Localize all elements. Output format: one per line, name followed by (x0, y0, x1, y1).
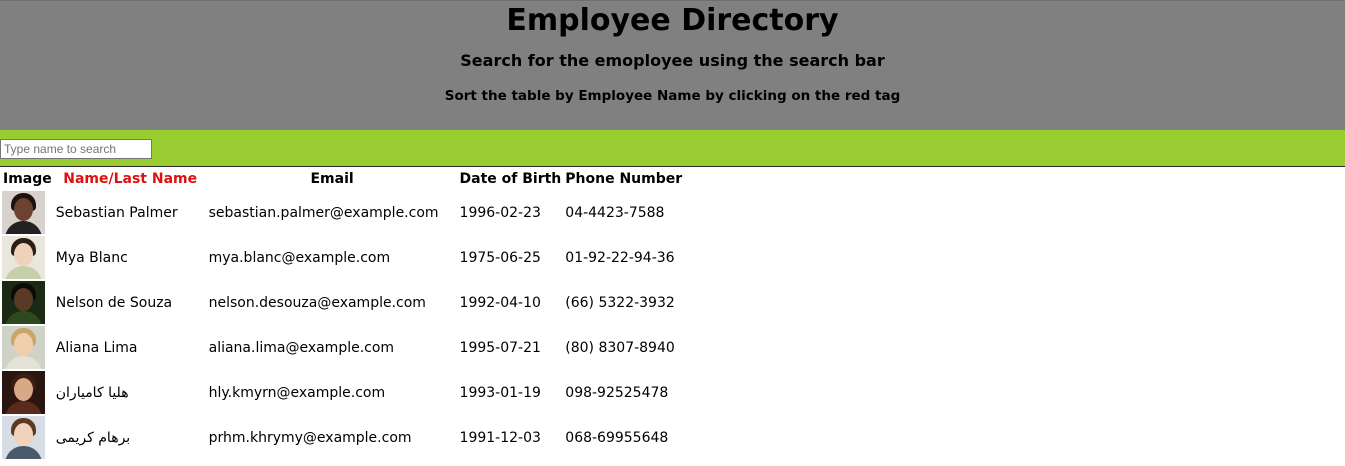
employee-email: nelson.desouza@example.com (208, 294, 426, 311)
avatar-cell (2, 326, 53, 369)
employee-phone: 098-92525478 (565, 384, 669, 401)
avatar (2, 371, 45, 414)
employee-name: Sebastian Palmer (55, 204, 178, 221)
employee-table: Image Name/Last Name Email Date of Birth… (0, 167, 685, 461)
avatar-face (14, 288, 33, 311)
avatar (2, 416, 45, 459)
table-row: Nelson de Souza nelson.desouza@example.c… (2, 281, 683, 324)
employee-phone: (80) 8307-8940 (565, 339, 675, 356)
avatar-cell (2, 236, 53, 279)
employee-email: hly.kmyrn@example.com (208, 384, 386, 401)
avatar-face (14, 243, 33, 266)
column-header-email: Email (310, 171, 354, 187)
employee-dob: 1992-04-10 (459, 294, 541, 311)
employee-dob: 1991-12-03 (459, 429, 541, 446)
employee-email: sebastian.palmer@example.com (208, 204, 439, 221)
table-row: هلیا کامیاران hly.kmyrn@example.com 1993… (2, 371, 683, 414)
avatar-face (14, 198, 33, 221)
employee-email: mya.blanc@example.com (208, 249, 391, 266)
column-header-phone: Phone Number (565, 171, 683, 187)
employee-name: برهام کریمی (55, 429, 131, 446)
avatar (2, 281, 45, 324)
avatar-cell (2, 416, 53, 459)
avatar-cell (2, 371, 53, 414)
column-header-name-sort[interactable]: Name/Last Name (55, 169, 206, 189)
avatar (2, 236, 45, 279)
employee-name: Nelson de Souza (55, 294, 173, 311)
avatar-face (14, 378, 33, 401)
employee-phone: 01-92-22-94-36 (565, 249, 675, 266)
search-input[interactable] (0, 139, 152, 159)
page-header: Employee Directory Search for the emoplo… (0, 0, 1345, 130)
avatar (2, 326, 45, 369)
page-subtitle: Search for the emoployee using the searc… (460, 51, 885, 70)
employee-phone: 04-4423-7588 (565, 204, 665, 221)
employee-phone: 068-69955648 (565, 429, 669, 446)
avatar-face (14, 333, 33, 356)
table-row: Mya Blanc mya.blanc@example.com 1975-06-… (2, 236, 683, 279)
page-title: Employee Directory (506, 3, 839, 38)
employee-dob: 1995-07-21 (459, 339, 541, 356)
table-row: Aliana Lima aliana.lima@example.com 1995… (2, 326, 683, 369)
column-header-dob: Date of Birth (459, 171, 562, 187)
column-header-image: Image (3, 171, 52, 187)
employee-dob: 1996-02-23 (459, 204, 541, 221)
search-bar (0, 130, 1345, 167)
employee-dob: 1975-06-25 (459, 249, 541, 266)
sort-instructions: Sort the table by Employee Name by click… (444, 88, 901, 104)
table-header-row: Image Name/Last Name Email Date of Birth… (2, 169, 683, 189)
table-row: برهام کریمی prhm.khrymy@example.com 1991… (2, 416, 683, 459)
avatar-cell (2, 191, 53, 234)
avatar-face (14, 423, 33, 446)
employee-name: Aliana Lima (55, 339, 138, 356)
employee-email: aliana.lima@example.com (208, 339, 395, 356)
avatar-cell (2, 281, 53, 324)
table-row: Sebastian Palmer sebastian.palmer@exampl… (2, 191, 683, 234)
avatar (2, 191, 45, 234)
employee-phone: (66) 5322-3932 (565, 294, 675, 311)
employee-dob: 1993-01-19 (459, 384, 541, 401)
employee-name: هلیا کامیاران (55, 384, 129, 401)
employee-email: prhm.khrymy@example.com (208, 429, 412, 446)
employee-name: Mya Blanc (55, 249, 128, 266)
